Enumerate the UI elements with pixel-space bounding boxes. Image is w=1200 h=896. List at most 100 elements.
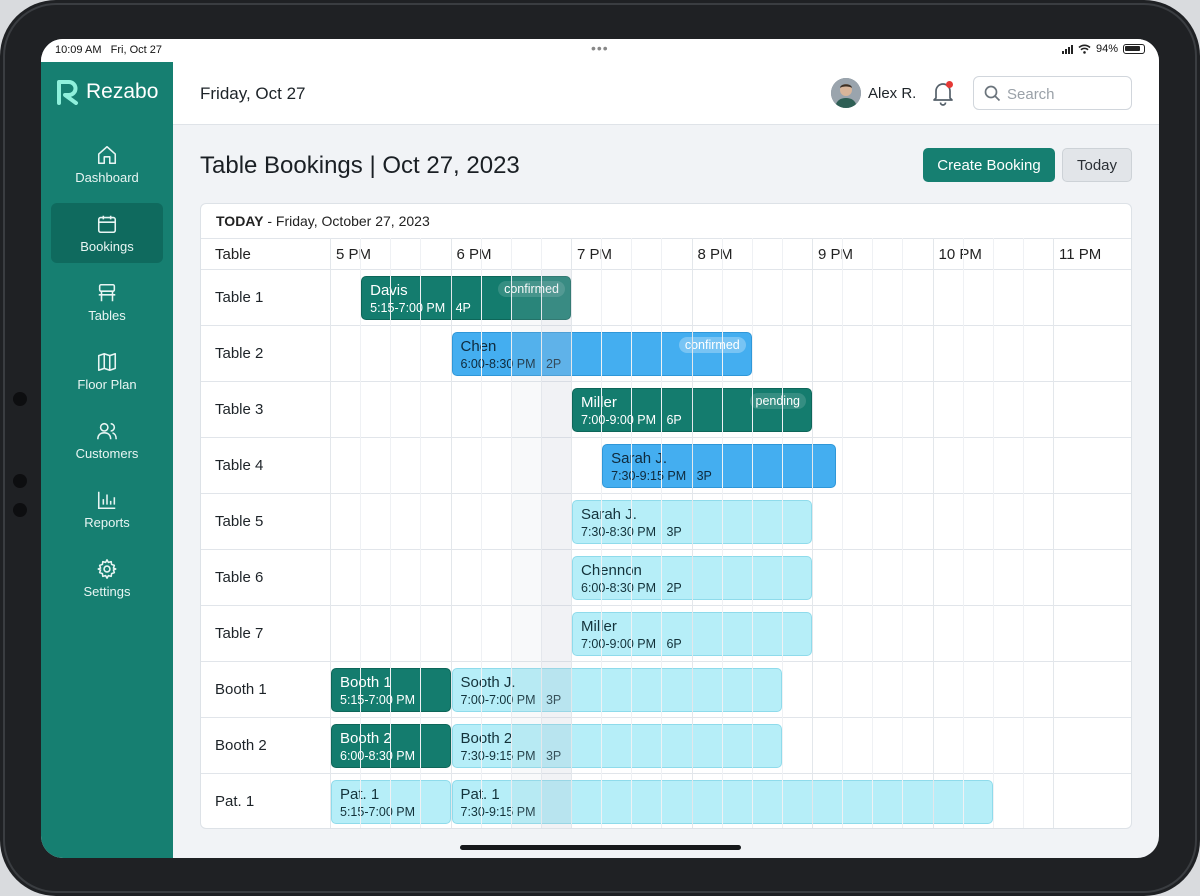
booking-time: 7:00-9:00 PM	[581, 637, 657, 651]
notification-dot	[946, 81, 953, 88]
today-label: TODAY	[216, 213, 264, 229]
row-label: Pat. 1	[215, 793, 255, 810]
create-booking-button[interactable]: Create Booking	[923, 148, 1055, 182]
map-icon	[97, 352, 117, 372]
booking-block[interactable]: Booth 2 7:30-9:15 PM 3P	[451, 724, 782, 768]
row-label: Booth 1	[215, 681, 267, 698]
user-name[interactable]: Alex R.	[868, 85, 916, 102]
sidebar-item-tables[interactable]: Tables	[51, 272, 163, 332]
header-date: Friday, Oct 27	[200, 84, 306, 103]
sidebar-item-settings[interactable]: Settings	[51, 548, 163, 608]
bar-chart-icon	[97, 491, 116, 510]
row-label: Table 6	[215, 569, 264, 586]
sidebar-item-label: Customers	[75, 446, 139, 461]
status-icons: 94%	[1061, 43, 1145, 55]
hour-gridline	[1053, 238, 1054, 828]
booking-schedule: TODAY - Friday, October 27, 2023 Table 5…	[200, 203, 1132, 829]
booking-detail: 7:00-7:00 PM 3P	[461, 692, 773, 708]
users-icon	[97, 422, 117, 440]
booking-time: 5:15-7:00 PM	[340, 693, 416, 707]
side-button	[13, 503, 27, 517]
hour-label: 6 PM	[456, 246, 492, 263]
sidebar-item-label: Dashboard	[75, 170, 139, 185]
multitask-dots-icon[interactable]: •••	[591, 40, 609, 56]
hour-label: 7 PM	[577, 246, 613, 263]
calendar-icon	[97, 215, 117, 234]
quarter-gridline	[721, 238, 723, 828]
booking-time: 7:00-9:00 PM	[581, 413, 657, 427]
quarter-gridline	[420, 238, 422, 828]
booking-time: 7:30-8:30 PM	[581, 525, 657, 539]
today-button[interactable]: Today	[1062, 148, 1132, 182]
sidebar-item-reports[interactable]: Reports	[51, 479, 163, 539]
quarter-gridline	[992, 238, 994, 828]
row-label: Table 5	[215, 513, 264, 530]
hour-gridline	[450, 238, 452, 828]
quarter-gridline	[661, 238, 663, 828]
brand-name: Rezabo	[86, 80, 159, 103]
hour-label: 8 PM	[697, 246, 733, 263]
hour-label: 10 PM	[938, 246, 982, 263]
booking-name: Sarah J.	[611, 450, 667, 467]
booking-detail: 7:30-9:15 PM 3P	[611, 468, 827, 484]
sidebar-item-bookings[interactable]: Bookings	[51, 203, 163, 263]
search-box[interactable]	[973, 76, 1132, 110]
quarter-gridline	[781, 238, 783, 828]
hour-label: 9 PM	[818, 246, 854, 263]
sidebar-item-dashboard[interactable]: Dashboard	[51, 134, 163, 194]
quarter-gridline	[1022, 238, 1024, 828]
avatar[interactable]	[831, 78, 861, 108]
booking-name: Sooth J.	[460, 674, 516, 691]
hour-gridline	[330, 238, 331, 828]
home-indicator[interactable]	[460, 845, 741, 850]
status-time: 10:09 AM Fri, Oct 27	[55, 44, 162, 56]
quarter-gridline	[480, 238, 482, 828]
home-icon	[97, 145, 117, 165]
booking-party-size: 3P	[696, 469, 712, 483]
notification-button[interactable]	[931, 80, 955, 106]
hour-gridline	[932, 238, 934, 828]
side-button	[13, 474, 27, 488]
quarter-gridline	[962, 238, 964, 828]
hour-gridline	[571, 238, 572, 828]
booking-block[interactable]: Sooth J. 7:00-7:00 PM 3P	[451, 668, 782, 712]
search-icon	[984, 85, 1001, 102]
brand-logo[interactable]: Rezabo	[56, 79, 158, 105]
sidebar-item-customers[interactable]: Customers	[51, 410, 163, 470]
camera-dot	[13, 392, 27, 406]
booking-detail: 7:30-9:15 PM 3P	[461, 748, 773, 764]
table-column-header: Table	[215, 246, 251, 263]
row-label: Table 1	[215, 289, 264, 306]
booking-block[interactable]: Sarah J. 7:30-9:15 PM 3P	[602, 444, 837, 488]
app-screen: 10:09 AM Fri, Oct 27 ••• 94% Rezabo Dash…	[41, 39, 1159, 858]
battery-percent: 94%	[1095, 43, 1118, 55]
status-badge: confirmed	[678, 337, 746, 353]
sidebar-item-label: Reports	[84, 515, 130, 530]
booking-party-size: 6P	[666, 637, 682, 651]
wifi-icon	[1078, 44, 1091, 54]
avatar-image	[831, 78, 861, 108]
row-label: Table 3	[215, 401, 264, 418]
status-time-text: 10:09 AM	[55, 44, 102, 56]
chair-icon	[98, 283, 116, 302]
booking-party-size: 6P	[666, 413, 682, 427]
current-time-band	[540, 270, 571, 828]
page-title: Table Bookings | Oct 27, 2023	[200, 152, 520, 179]
row-label: Booth 2	[215, 737, 267, 754]
booking-time: 6:00-8:30 PM	[340, 749, 416, 763]
status-date-text: Fri, Oct 27	[110, 44, 162, 56]
sidebar-item-label: Bookings	[80, 239, 134, 254]
quarter-gridline	[902, 238, 904, 828]
booking-time: 6:00-8:30 PM	[581, 581, 657, 595]
booking-party-size: 3P	[666, 525, 682, 539]
hour-label: 11 PM	[1059, 246, 1102, 263]
booking-party-size: 2P	[666, 581, 682, 595]
search-input[interactable]	[1007, 84, 1125, 104]
sidebar-item-floor-plan[interactable]: Floor Plan	[51, 341, 163, 401]
booking-time: 7:30-9:15 PM	[611, 469, 687, 483]
hour-gridline	[812, 238, 813, 828]
row-label: Table 7	[215, 625, 264, 642]
quarter-gridline	[842, 238, 844, 828]
booking-party-size: 4P	[455, 301, 471, 315]
sidebar: Rezabo Dashboard Bookings Tables Floor P…	[41, 62, 173, 858]
